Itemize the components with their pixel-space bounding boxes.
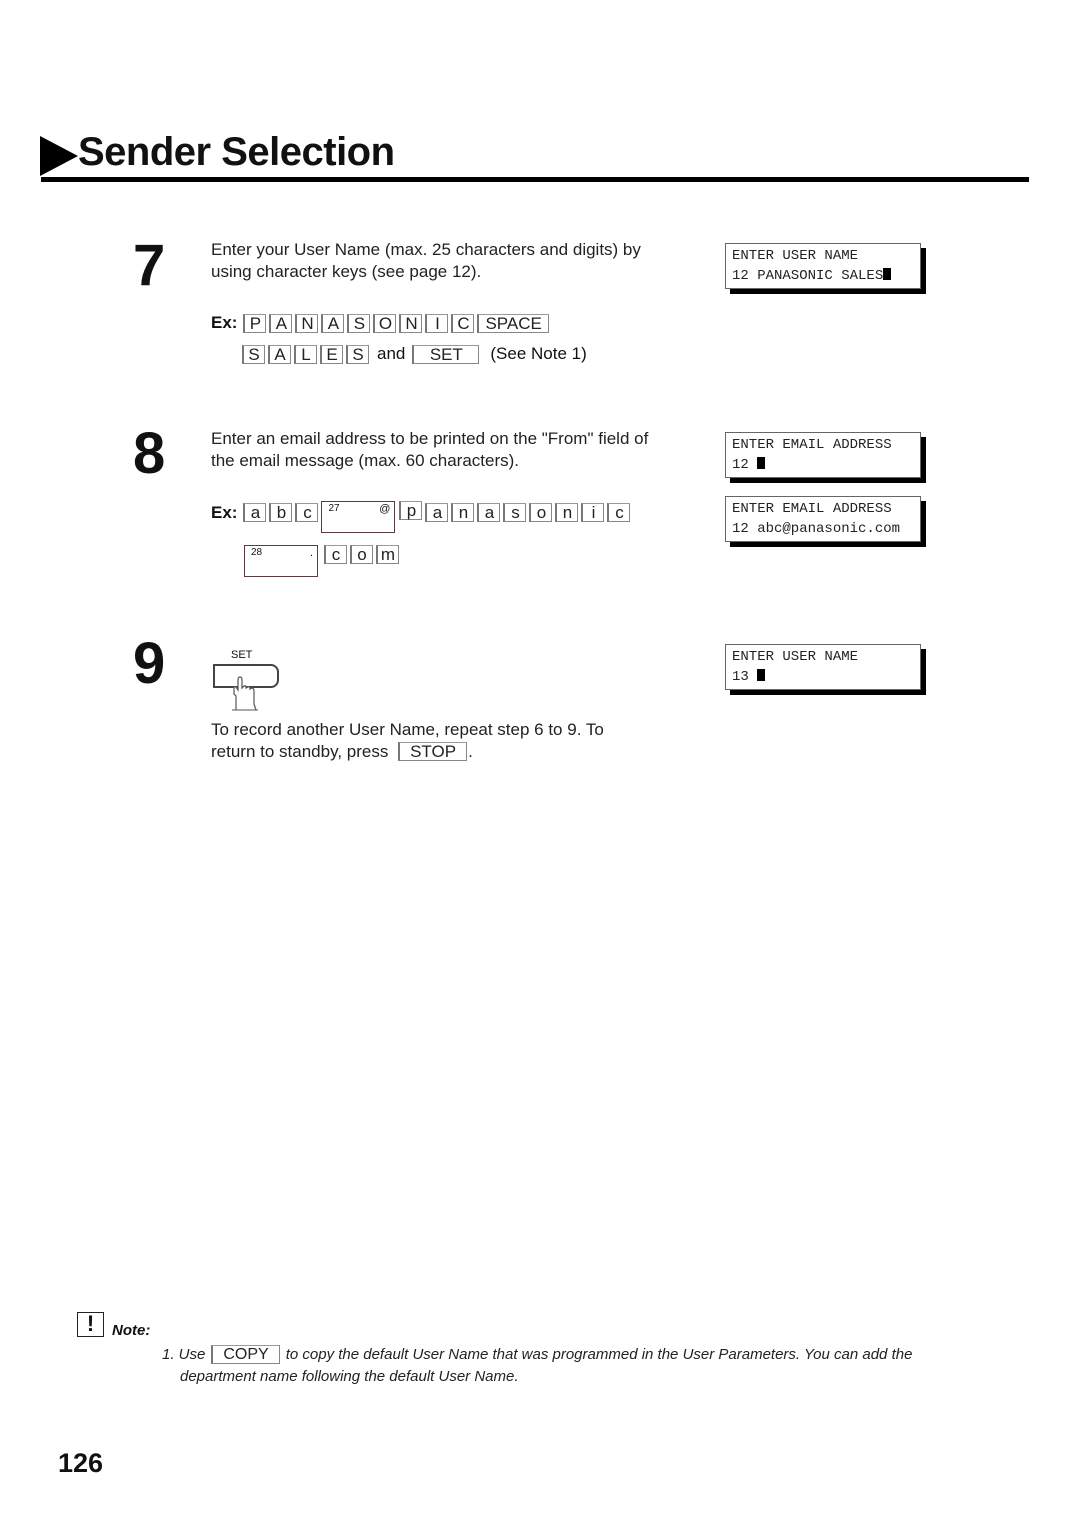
step-7-example-row2: S A L E S and SET (See Note 1) xyxy=(242,343,587,365)
lcd-display-step-8-filled: ENTER EMAIL ADDRESS 12 abc@panasonic.com xyxy=(725,496,921,542)
key-stop[interactable]: STOP xyxy=(398,742,468,761)
lcd-line1: ENTER USER NAME xyxy=(732,248,859,264)
key-number: 28 xyxy=(251,547,263,558)
key-a[interactable]: a xyxy=(477,503,501,522)
key-n[interactable]: n xyxy=(451,503,475,522)
step-8-text-line2: the email message (max. 60 characters). xyxy=(211,451,520,470)
step-7-example-row1: Ex: P A N A S O N I C SPACE xyxy=(211,312,552,334)
key-S[interactable]: S xyxy=(346,344,369,364)
right-triangle-icon xyxy=(40,136,78,176)
key-S[interactable]: S xyxy=(347,313,371,333)
key-symbol: . xyxy=(309,547,313,559)
lcd-line2: 13 xyxy=(732,667,920,687)
lcd-display-step-9: ENTER USER NAME 13 xyxy=(725,644,921,690)
note-item-line2: department name following the default Us… xyxy=(180,1368,519,1385)
key-N[interactable]: N xyxy=(295,313,319,333)
key-27-at[interactable]: 27 @ xyxy=(321,501,396,533)
key-o[interactable]: o xyxy=(529,503,553,522)
title-rule-divider xyxy=(41,177,1029,182)
pressing-hand-icon xyxy=(232,676,258,711)
cursor-block-icon xyxy=(883,268,892,280)
lcd-line2: 12 PANASONIC SALES xyxy=(732,266,920,286)
step-7-text-line1: Enter your User Name (max. 25 characters… xyxy=(211,240,641,259)
step-7-instruction: Enter your User Name (max. 25 characters… xyxy=(211,239,641,283)
note-item-line1: 1. Use COPY to copy the default User Name … xyxy=(162,1345,913,1364)
step-number-7: 7 xyxy=(133,233,166,298)
key-symbol: @ xyxy=(379,503,391,515)
lcd-display-step-8-empty: ENTER EMAIL ADDRESS 12 xyxy=(725,432,921,478)
key-n[interactable]: n xyxy=(555,503,579,522)
key-i[interactable]: i xyxy=(581,503,605,522)
key-s[interactable]: s xyxy=(503,503,527,522)
step-number-8: 8 xyxy=(133,421,166,486)
key-A[interactable]: A xyxy=(269,313,293,333)
key-space[interactable]: SPACE xyxy=(477,313,549,333)
key-P[interactable]: P xyxy=(243,313,267,333)
note-label: Note: xyxy=(112,1322,151,1339)
key-A[interactable]: A xyxy=(268,344,291,364)
lcd-line1: ENTER EMAIL ADDRESS xyxy=(732,501,892,517)
key-number: 27 xyxy=(328,503,340,514)
key-a[interactable]: a xyxy=(425,503,449,522)
step-number-9: 9 xyxy=(133,631,166,696)
key-c[interactable]: c xyxy=(607,503,631,522)
key-L[interactable]: L xyxy=(294,344,317,364)
key-E[interactable]: E xyxy=(320,344,343,364)
page-number: 126 xyxy=(58,1448,104,1478)
key-O[interactable]: O xyxy=(373,313,397,333)
key-c[interactable]: c xyxy=(295,503,319,522)
key-C[interactable]: C xyxy=(451,313,475,333)
example-label: Ex: xyxy=(211,503,238,522)
key-S[interactable]: S xyxy=(242,344,265,364)
cursor-block-icon xyxy=(757,669,766,681)
step-9-text-line2: return to standby, press STOP. xyxy=(211,742,473,761)
key-set[interactable]: SET xyxy=(412,344,480,364)
key-a[interactable]: a xyxy=(243,503,267,522)
lcd-line1: ENTER USER NAME xyxy=(732,649,859,665)
step-8-example-row2: 28 . c o m xyxy=(244,545,402,577)
key-copy[interactable]: COPY xyxy=(211,1345,280,1364)
key-c[interactable]: c xyxy=(324,545,347,564)
step-7-text-line2: using character keys (see page 12). xyxy=(211,262,482,281)
cursor-block-icon xyxy=(757,457,766,469)
see-note-ref: (See Note 1) xyxy=(490,344,587,363)
lcd-line1: ENTER EMAIL ADDRESS xyxy=(732,437,892,453)
exclamation-icon: ! xyxy=(77,1312,104,1337)
set-button-label: SET xyxy=(231,649,253,661)
key-A[interactable]: A xyxy=(321,313,345,333)
step-9-instruction: To record another User Name, repeat step… xyxy=(211,719,604,763)
key-N[interactable]: N xyxy=(399,313,423,333)
lcd-line2: 12 abc@panasonic.com xyxy=(732,521,901,537)
step-8-text-line1: Enter an email address to be printed on … xyxy=(211,429,649,448)
key-I[interactable]: I xyxy=(425,313,449,333)
key-28-dot[interactable]: 28 . xyxy=(244,545,318,577)
and-text: and xyxy=(377,344,406,363)
step-8-instruction: Enter an email address to be printed on … xyxy=(211,428,648,472)
lcd-line2: 12 xyxy=(732,455,920,475)
key-o[interactable]: o xyxy=(350,545,373,564)
example-label: Ex: xyxy=(211,313,238,332)
key-b[interactable]: b xyxy=(269,503,293,522)
step-9-text-line1: To record another User Name, repeat step… xyxy=(211,720,604,739)
step-8-example-row1: Ex: a b c 27 @ p a n a s o n i c xyxy=(211,501,633,533)
key-m[interactable]: m xyxy=(376,545,399,564)
key-p[interactable]: p xyxy=(399,501,423,520)
note-item-1: 1. Use COPY to copy the default User Name … xyxy=(162,1344,1012,1388)
page-title: Sender Selection xyxy=(78,130,395,174)
lcd-display-step-7: ENTER USER NAME 12 PANASONIC SALES xyxy=(725,243,921,289)
